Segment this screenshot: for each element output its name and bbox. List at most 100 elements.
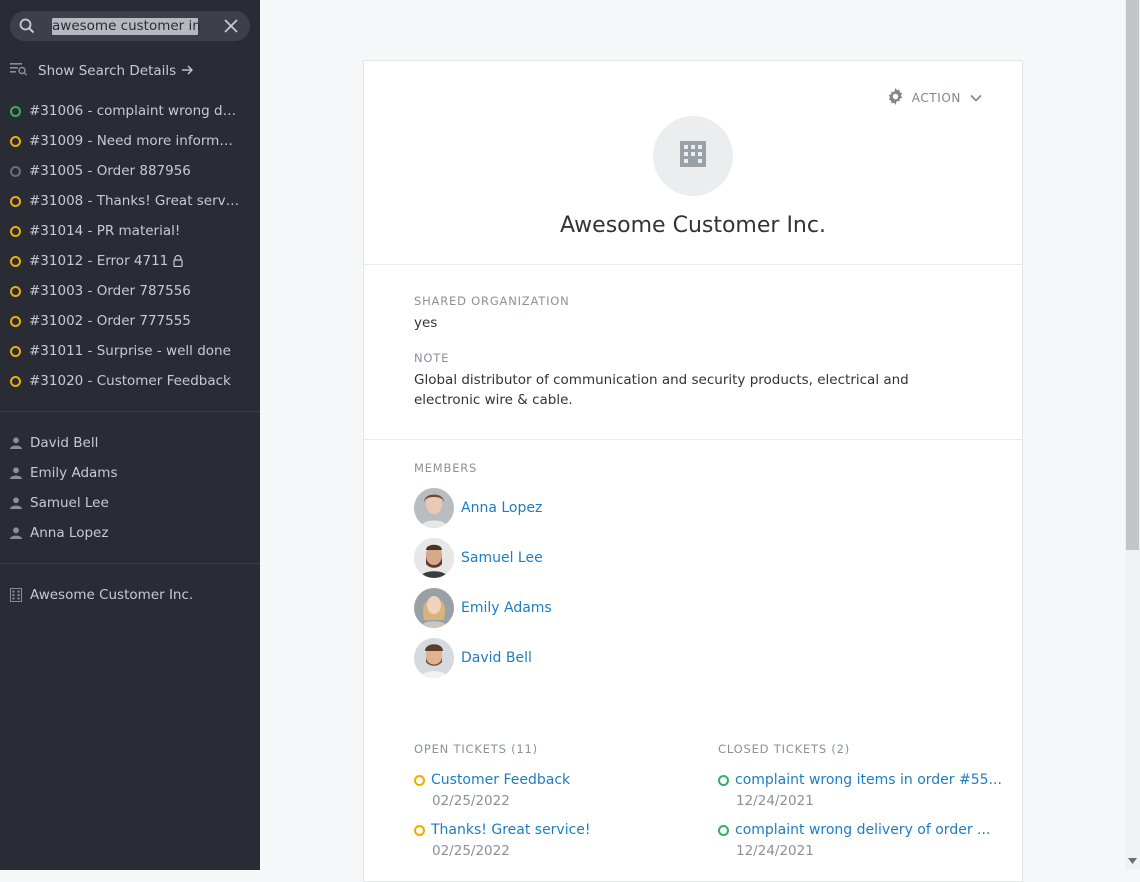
member-item[interactable]: David Bell <box>414 638 532 678</box>
organization-profile-card: ACTION Awesome Customer Inc. SHARED ORGA… <box>363 60 1023 882</box>
ticket-result-label: #31014 - PR material! <box>29 223 181 239</box>
ticket-date: 12/24/2021 <box>736 843 814 859</box>
open-ticket-item[interactable]: Customer Feedback 02/25/2022 <box>414 772 570 809</box>
main-scrollbar[interactable] <box>1125 0 1140 870</box>
search-sidebar: Show Search Details #31006 - complaint w… <box>0 0 260 870</box>
ticket-result-item[interactable]: #31002 - Order 777555 <box>0 306 260 336</box>
status-open-icon <box>414 824 425 836</box>
status-open-icon <box>10 195 21 207</box>
ticket-result-label: #31005 - Order 887956 <box>29 163 191 179</box>
status-open-icon <box>10 285 21 297</box>
ticket-results: #31006 - complaint wrong deliv... #31009… <box>0 96 260 396</box>
status-closed-icon <box>10 105 21 117</box>
ticket-date: 12/24/2021 <box>736 793 814 809</box>
chevron-down-icon <box>970 91 982 105</box>
note-label: NOTE <box>414 351 450 365</box>
ticket-result-label: #31011 - Surprise - well done <box>29 343 231 359</box>
organization-icon <box>10 588 22 602</box>
user-icon <box>10 497 22 509</box>
status-open-icon <box>10 345 21 357</box>
organization-result-item[interactable]: Awesome Customer Inc. <box>0 580 260 610</box>
organization-results: Awesome Customer Inc. <box>0 580 260 610</box>
avatar <box>414 638 454 678</box>
member-item[interactable]: Emily Adams <box>414 588 552 628</box>
open-tickets-label: OPEN TICKETS (11) <box>414 742 538 756</box>
status-open-icon <box>10 255 21 267</box>
ticket-result-item[interactable]: #31009 - Need more information! <box>0 126 260 156</box>
sidebar-divider <box>0 411 260 412</box>
show-search-details-link[interactable]: Show Search Details <box>10 61 194 81</box>
ticket-result-label: #31003 - Order 787556 <box>29 283 191 299</box>
section-divider <box>364 264 1022 265</box>
organization-icon <box>679 140 707 172</box>
user-result-label: Emily Adams <box>30 465 118 481</box>
user-result-item[interactable]: Anna Lopez <box>0 518 260 548</box>
scrollbar-thumb[interactable] <box>1126 0 1139 550</box>
arrow-right-icon <box>182 63 194 79</box>
organization-avatar <box>653 116 733 196</box>
ticket-result-label: #31002 - Order 777555 <box>29 313 191 329</box>
user-result-item[interactable]: Samuel Lee <box>0 488 260 518</box>
ticket-result-item[interactable]: #31011 - Surprise - well done <box>0 336 260 366</box>
member-item[interactable]: Anna Lopez <box>414 488 542 528</box>
organization-title: Awesome Customer Inc. <box>560 213 826 238</box>
ticket-title: complaint wrong delivery of order ... <box>735 822 991 838</box>
ticket-result-item[interactable]: #31003 - Order 787556 <box>0 276 260 306</box>
avatar <box>414 588 454 628</box>
ticket-result-label: #31008 - Thanks! Great service! <box>29 193 241 209</box>
status-merged-icon <box>10 165 21 177</box>
search-details-icon <box>10 62 28 80</box>
shared-organization-value: yes <box>414 315 438 331</box>
status-closed-icon <box>718 824 729 836</box>
user-icon <box>10 437 22 449</box>
ticket-title: Thanks! Great service! <box>431 822 591 838</box>
ticket-title: complaint wrong items in order #55... <box>735 772 1002 788</box>
scroll-down-icon[interactable] <box>1128 849 1137 868</box>
status-closed-icon <box>718 774 729 786</box>
user-results: David Bell Emily Adams Samuel Lee Anna L… <box>0 428 260 548</box>
note-value: Global distributor of communication and … <box>414 372 909 408</box>
closed-ticket-item[interactable]: complaint wrong delivery of order ... 12… <box>718 822 990 859</box>
ticket-result-item[interactable]: #31006 - complaint wrong deliv... <box>0 96 260 126</box>
user-result-item[interactable]: David Bell <box>0 428 260 458</box>
search-input[interactable] <box>52 16 202 36</box>
ticket-result-item[interactable]: #31008 - Thanks! Great service! <box>0 186 260 216</box>
member-name: Anna Lopez <box>461 500 543 516</box>
ticket-date: 02/25/2022 <box>432 843 510 859</box>
closed-tickets-label: CLOSED TICKETS (2) <box>718 742 851 756</box>
status-open-icon <box>10 315 21 327</box>
user-result-label: David Bell <box>30 435 99 451</box>
ticket-result-label: #31006 - complaint wrong deliv... <box>29 103 241 119</box>
search-box <box>10 11 250 41</box>
ticket-result-label: #31009 - Need more information! <box>29 133 241 149</box>
organization-result-label: Awesome Customer Inc. <box>30 587 194 603</box>
ticket-date: 02/25/2022 <box>432 793 510 809</box>
action-label: ACTION <box>911 91 961 105</box>
close-icon[interactable] <box>224 19 238 37</box>
user-icon <box>10 527 22 539</box>
open-ticket-item[interactable]: Thanks! Great service! 02/25/2022 <box>414 822 591 859</box>
member-name: Emily Adams <box>461 600 552 616</box>
user-result-label: Samuel Lee <box>30 495 109 511</box>
shared-organization-label: SHARED ORGANIZATION <box>414 294 570 308</box>
member-name: Samuel Lee <box>461 550 543 566</box>
status-open-icon <box>10 225 21 237</box>
ticket-title: Customer Feedback <box>431 772 571 788</box>
ticket-result-item[interactable]: #31020 - Customer Feedback <box>0 366 260 396</box>
ticket-result-label: #31020 - Customer Feedback <box>29 373 231 389</box>
lock-icon <box>173 255 183 267</box>
action-dropdown[interactable]: ACTION <box>887 88 982 108</box>
status-open-icon <box>10 135 21 147</box>
members-label: MEMBERS <box>414 461 478 475</box>
member-item[interactable]: Samuel Lee <box>414 538 543 578</box>
member-name: David Bell <box>461 650 532 666</box>
gear-icon <box>887 88 904 108</box>
closed-ticket-item[interactable]: complaint wrong items in order #55... 12… <box>718 772 1002 809</box>
ticket-result-item[interactable]: #31012 - Error 4711 <box>0 246 260 276</box>
section-divider <box>364 439 1022 440</box>
status-open-icon <box>414 774 425 786</box>
ticket-result-item[interactable]: #31014 - PR material! <box>0 216 260 246</box>
user-result-item[interactable]: Emily Adams <box>0 458 260 488</box>
user-result-label: Anna Lopez <box>30 525 109 541</box>
ticket-result-item[interactable]: #31005 - Order 887956 <box>0 156 260 186</box>
